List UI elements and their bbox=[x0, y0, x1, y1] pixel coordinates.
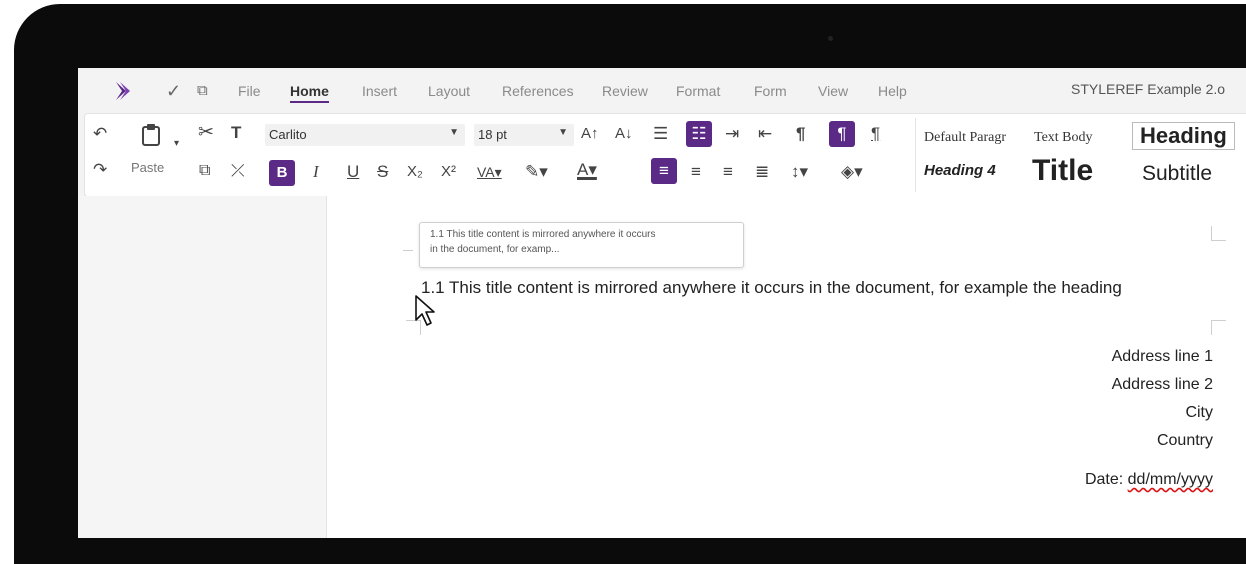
paragraph-settings-icon[interactable]: ¶ bbox=[871, 124, 880, 144]
margin-marker bbox=[1211, 226, 1226, 241]
font-family-value: Carlito bbox=[269, 127, 307, 142]
checkmark-icon[interactable]: ✓ bbox=[166, 81, 181, 102]
font-size-value: 18 pt bbox=[478, 127, 507, 142]
clipboard-icon[interactable] bbox=[140, 123, 162, 147]
style-text-body[interactable]: Text Body bbox=[1034, 130, 1093, 146]
menu-layout[interactable]: Layout bbox=[428, 83, 470, 99]
font-family-select[interactable]: Carlito ▼ bbox=[265, 124, 465, 146]
menu-review[interactable]: Review bbox=[602, 83, 648, 99]
line-spacing-icon[interactable]: ↕▾ bbox=[791, 162, 808, 182]
superscript-icon[interactable]: X² bbox=[441, 162, 456, 182]
style-subtitle[interactable]: Subtitle bbox=[1142, 162, 1212, 186]
chevron-down-icon: ▼ bbox=[449, 127, 459, 138]
style-title[interactable]: Title bbox=[1032, 154, 1093, 188]
menu-help[interactable]: Help bbox=[878, 83, 907, 99]
redo-icon[interactable]: ↷ bbox=[93, 160, 107, 180]
navigation-pane bbox=[78, 196, 327, 538]
increase-indent-icon[interactable]: ⇥ bbox=[725, 124, 739, 144]
document-title: STYLEREF Example 2.o bbox=[1071, 81, 1226, 97]
font-color-icon[interactable]: A▾ bbox=[577, 160, 597, 180]
date-value: dd/mm/yyyy bbox=[1127, 471, 1213, 488]
clear-format-icon[interactable]: ⤫ bbox=[231, 161, 245, 181]
cut-icon[interactable]: ✂ bbox=[198, 123, 214, 143]
menu-file[interactable]: File bbox=[238, 83, 261, 99]
style-heading[interactable]: Heading bbox=[1132, 122, 1235, 150]
external-edit-icon[interactable]: ⧉ bbox=[197, 82, 208, 99]
address-line-1[interactable]: Address line 1 bbox=[1112, 348, 1213, 366]
paste-label[interactable]: Paste bbox=[131, 160, 164, 175]
menu-format[interactable]: Format bbox=[676, 83, 720, 99]
font-size-select[interactable]: 18 pt ▼ bbox=[474, 124, 574, 146]
align-left-icon[interactable]: ≡ bbox=[651, 158, 677, 184]
margin-marker bbox=[1211, 320, 1226, 335]
subscript-icon[interactable]: X₂ bbox=[407, 162, 423, 182]
chevron-down-icon: ▼ bbox=[558, 127, 568, 138]
camera-dot bbox=[828, 36, 833, 41]
field-tooltip: 1.1 This title content is mirrored anywh… bbox=[419, 222, 744, 268]
bold-icon[interactable]: B bbox=[269, 160, 295, 186]
address-country[interactable]: Country bbox=[1157, 432, 1213, 450]
format-painter-icon[interactable]: T bbox=[231, 123, 241, 143]
justify-icon[interactable]: ≣ bbox=[755, 162, 769, 182]
bullet-list-icon[interactable]: ☰ bbox=[653, 124, 668, 144]
style-default-paragraph[interactable]: Default Paragr bbox=[924, 130, 1006, 146]
align-right-icon[interactable]: ≡ bbox=[723, 162, 733, 182]
align-center-icon[interactable]: ≡ bbox=[691, 162, 701, 182]
toolbar: ↶ ↷ ▾ Paste ✂ T ⧉ ⤫ Carlito ▼ 18 pt ▼ A↑… bbox=[84, 113, 1246, 197]
paste-dropdown-icon[interactable]: ▾ bbox=[174, 134, 179, 154]
pilcrow-icon[interactable]: ¶ bbox=[796, 124, 805, 144]
menu-view[interactable]: View bbox=[818, 83, 848, 99]
heading-text[interactable]: 1.1 This title content is mirrored anywh… bbox=[421, 278, 1122, 298]
app-logo-icon bbox=[116, 82, 130, 100]
menu-home[interactable]: Home bbox=[290, 83, 329, 103]
menu-references[interactable]: References bbox=[502, 83, 574, 99]
menu-form[interactable]: Form bbox=[754, 83, 787, 99]
style-heading-4[interactable]: Heading 4 bbox=[924, 162, 996, 179]
date-line[interactable]: Date: dd/mm/yyyy bbox=[1085, 471, 1213, 489]
character-spacing-icon[interactable]: VA▾ bbox=[477, 162, 502, 182]
grow-font-icon[interactable]: A↑ bbox=[581, 124, 599, 144]
paragraph-fill-icon[interactable]: ◈▾ bbox=[841, 162, 863, 182]
styles-gallery: Default Paragr Text Body Heading Heading… bbox=[915, 118, 1246, 192]
margin-marker bbox=[403, 236, 413, 251]
address-city[interactable]: City bbox=[1185, 404, 1213, 422]
strikethrough-icon[interactable]: S bbox=[377, 162, 388, 182]
address-line-2[interactable]: Address line 2 bbox=[1112, 376, 1213, 394]
italic-icon[interactable]: I bbox=[313, 162, 319, 182]
copy-icon[interactable]: ⧉ bbox=[199, 161, 210, 181]
shrink-font-icon[interactable]: A↓ bbox=[615, 124, 633, 144]
decrease-indent-icon[interactable]: ⇤ bbox=[758, 124, 772, 144]
underline-icon[interactable]: U bbox=[347, 162, 359, 182]
highlighter-icon[interactable]: ✎▾ bbox=[525, 162, 548, 182]
formatting-marks-icon[interactable]: ¶ bbox=[829, 121, 855, 147]
document-page[interactable]: 1.1 This title content is mirrored anywh… bbox=[327, 196, 1246, 538]
mouse-pointer-icon bbox=[415, 295, 435, 326]
tooltip-line-2: in the document, for examp... bbox=[430, 244, 560, 255]
numbered-list-icon[interactable]: ☷ bbox=[686, 121, 712, 147]
menu-bar: ✓ ⧉ File Home Insert Layout References R… bbox=[78, 68, 1246, 113]
menu-insert[interactable]: Insert bbox=[362, 83, 397, 99]
app-window: ✓ ⧉ File Home Insert Layout References R… bbox=[78, 68, 1246, 538]
tooltip-line-1: 1.1 This title content is mirrored anywh… bbox=[430, 229, 656, 240]
undo-icon[interactable]: ↶ bbox=[93, 124, 107, 144]
date-label: Date: bbox=[1084, 471, 1128, 488]
